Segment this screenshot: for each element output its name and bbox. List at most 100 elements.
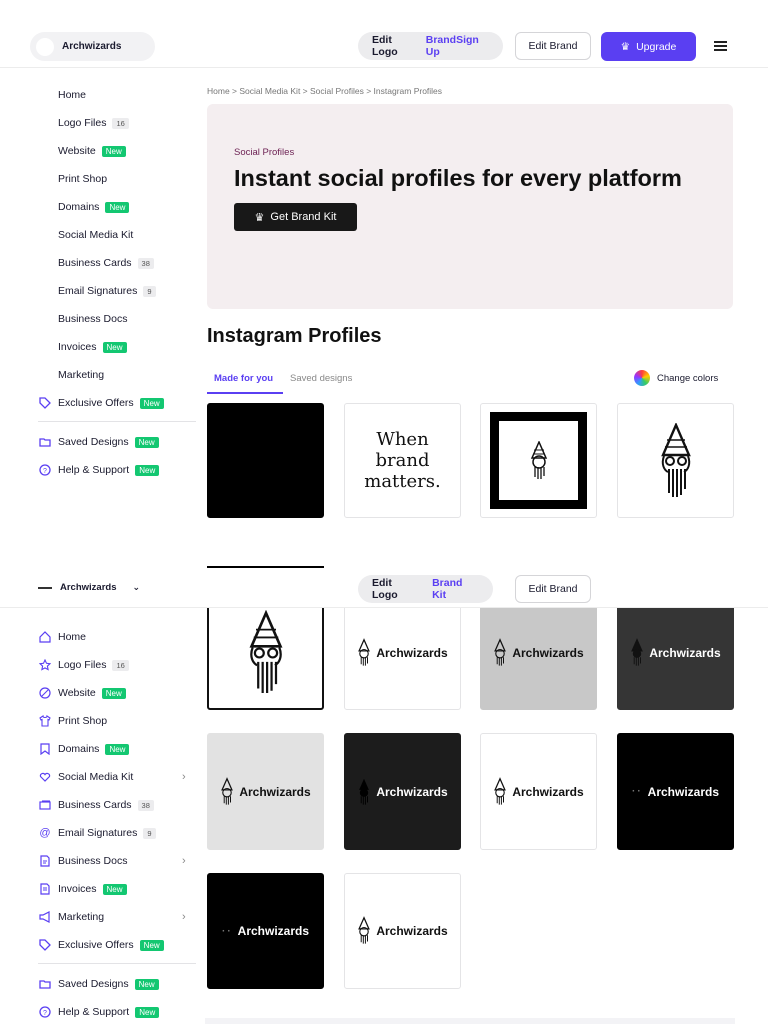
sidebar-item-business-docs[interactable]: Business Docs › [38,847,203,875]
template-card[interactable]: Archwizards [617,595,734,710]
template-card[interactable]: Archwizards [344,595,461,710]
brand-kit-link[interactable]: BrandSign Up [426,34,489,58]
template-card[interactable]: ·· Archwizards [207,873,324,989]
star-icon [38,658,52,672]
sidebar-item-business-cards[interactable]: Business Cards 38 [38,249,203,277]
sidebar-item-website[interactable]: Website New [38,679,203,707]
sidebar-item-print-shop[interactable]: Print Shop [38,165,203,193]
top-header: Archwizards Edit Logo BrandSign Up Edit … [0,0,768,68]
count-badge: 16 [112,117,129,129]
wizard-logo-icon [358,916,371,944]
wordmark-logo: Archwizards [357,637,448,668]
wordmark-logo: Archwizards [630,637,721,668]
framed-logo [490,412,587,509]
folder-icon [38,977,52,991]
template-card[interactable]: ·· Archwizards [617,733,734,850]
template-card[interactable] [617,403,734,518]
footer-strip [205,1018,735,1024]
template-card[interactable] [207,595,324,710]
sidebar-item-email-signatures[interactable]: Email Signatures 9 [38,277,203,305]
help-icon: ? [38,1005,52,1019]
heart-icon [38,770,52,784]
wizard-logo-icon [631,637,644,666]
document-icon [38,854,52,868]
color-wheel-icon [634,370,650,386]
tab-made-for-you[interactable]: Made for you [214,373,273,384]
sidebar-item-marketing[interactable]: Marketing › [38,903,203,931]
new-badge: New [102,883,127,895]
wordmark-logo: Archwizards [493,637,584,668]
new-badge: New [105,201,130,213]
sidebar-item-logo-files[interactable]: Logo Files 16 [38,651,203,679]
template-card[interactable]: When brand matters. [344,403,461,518]
template-card[interactable]: Archwizards [480,733,597,850]
hero-title: Instant social profiles for every platfo… [234,165,682,191]
new-badge: New [101,145,126,157]
sidebar-item-logo-files[interactable]: Logo Files 16 [38,109,203,137]
wizard-logo-icon [221,776,234,805]
sidebar-bottom: Home Logo Files 16 Website New Print Shop … [38,623,203,1026]
sidebar-item-invoices[interactable]: Invoices New [38,875,203,903]
sidebar-item-website[interactable]: Website New [38,137,203,165]
wordmark-logo: ·· Archwizards [631,784,720,799]
template-card[interactable]: Archwizards [344,733,461,850]
get-brand-kit-button[interactable]: ♛ Get Brand Kit [234,203,357,231]
new-badge: New [139,939,164,951]
sidebar-item-home[interactable]: Home [38,81,203,109]
brand-switcher[interactable]: Archwizards ⌄ [38,582,140,593]
wizard-logo-icon [530,440,547,479]
sidebar-divider [38,421,196,422]
tab-saved-designs[interactable]: Saved designs [290,373,352,384]
chevron-right-icon: › [182,771,186,783]
sidebar-top: Home Logo Files 16 Website New Print Shop … [38,81,203,484]
invoice-icon [38,882,52,896]
logo-mark: ·· [221,925,233,937]
new-badge: New [101,687,126,699]
tag-icon [38,396,52,410]
sidebar-item-exclusive-offers[interactable]: Exclusive Offers New [38,389,203,417]
wordmark-logo: Archwizards [493,776,584,807]
sidebar-item-home[interactable]: Home [38,623,203,651]
sidebar-item-email-signatures[interactable]: @ Email Signatures 9 [38,819,203,847]
sidebar-item-help-support[interactable]: ? Help & Support New [38,998,203,1026]
template-card[interactable]: Archwizards [207,733,324,850]
edit-brand-button[interactable]: Edit Brand [515,32,591,60]
sidebar-item-business-docs[interactable]: Business Docs [38,305,203,333]
template-card[interactable] [480,403,597,518]
sidebar-item-social-media-kit[interactable]: Social Media Kit › [38,763,203,791]
template-card[interactable]: Archwizards [344,873,461,989]
brand-kit-link[interactable]: Brand Kit [432,577,479,601]
hero-banner: Social Profiles Instant social profiles … [207,104,733,309]
template-card[interactable]: Archwizards [480,595,597,710]
crown-icon: ♛ [254,211,265,224]
sidebar-item-exclusive-offers[interactable]: Exclusive Offers New [38,931,203,959]
svg-text:?: ? [43,468,47,475]
sidebar-item-marketing[interactable]: Marketing [38,361,203,389]
sidebar-item-domains[interactable]: Domains New [38,735,203,763]
sidebar-item-print-shop[interactable]: Print Shop [38,707,203,735]
edit-brand-button[interactable]: Edit Brand [515,575,591,603]
brand-name: Archwizards [62,41,122,52]
sidebar-item-help-support[interactable]: ? Help & Support New [38,456,203,484]
template-card[interactable] [207,403,324,518]
logo-mark: ·· [631,786,643,797]
hero-kicker: Social Profiles [234,147,295,158]
logo-brand-pill: Edit Logo Brand Kit [358,575,493,603]
sidebar-item-saved-designs[interactable]: Saved Designs New [38,428,203,456]
edit-logo-link[interactable]: Edit Logo [372,577,420,601]
sidebar-item-invoices[interactable]: Invoices New [38,333,203,361]
new-badge: New [135,1006,160,1018]
change-colors-button[interactable]: Change colors [634,370,718,386]
sidebar-item-business-cards[interactable]: Business Cards 38 [38,791,203,819]
new-badge: New [134,978,159,990]
sidebar-item-social-media-kit[interactable]: Social Media Kit [38,221,203,249]
new-badge: New [105,743,130,755]
hamburger-menu-icon[interactable] [714,41,727,51]
brand-switcher[interactable]: Archwizards [30,32,155,61]
sidebar-item-domains[interactable]: Domains New [38,193,203,221]
at-icon: @ [39,827,51,839]
breadcrumb[interactable]: Home > Social Media Kit > Social Profile… [207,86,442,96]
upgrade-button[interactable]: ♛ Upgrade [601,32,696,61]
edit-logo-link[interactable]: Edit Logo [372,34,416,58]
sidebar-item-saved-designs[interactable]: Saved Designs New [38,970,203,998]
